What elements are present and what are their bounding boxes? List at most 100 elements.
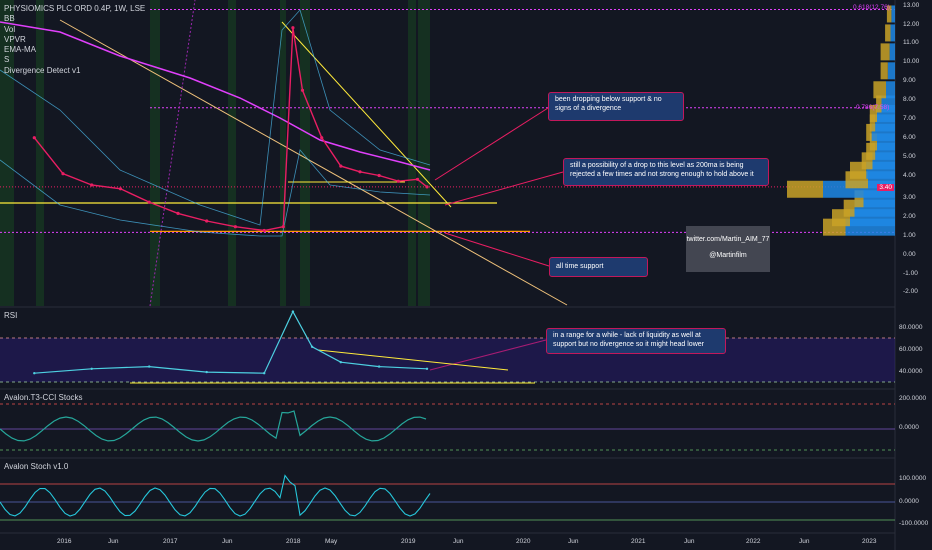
time-label: 2019: [401, 538, 416, 545]
price-tick: 4.00: [903, 172, 916, 179]
price-data-point: [415, 177, 420, 181]
rsi-tick: 40.0000: [899, 368, 923, 375]
price-tick: 11.00: [903, 39, 919, 46]
price-tick: 0.00: [903, 251, 916, 258]
time-label: Jun: [108, 538, 119, 545]
price-tick: 1.00: [903, 232, 916, 239]
t3cci-pane-title[interactable]: Avalon.T3-CCI Stocks: [4, 393, 83, 402]
stoch-pane-title[interactable]: Avalon Stoch v1.0: [4, 462, 68, 471]
indicator-bb[interactable]: BB: [4, 14, 145, 24]
vpvr-up-bar: [886, 81, 895, 99]
vpvr-down-bar: [885, 24, 891, 42]
current-price-tag: 3.40: [877, 184, 894, 191]
all-time-support-annotation[interactable]: all time support: [549, 257, 648, 277]
rsi-point: [90, 367, 93, 370]
fib-618-label: 0.618(12.76): [853, 4, 890, 11]
price-data-point: [377, 173, 381, 178]
twitter-box: twitter.com/Martin_AIM_77 @Martinfilm: [686, 226, 770, 272]
time-label: 2022: [746, 538, 761, 545]
chart-canvas[interactable]: [0, 0, 932, 550]
twitter-name: @Martinfilm: [709, 252, 747, 259]
price-data-point: [61, 172, 65, 176]
rsi-point: [205, 370, 208, 374]
time-label: May: [325, 538, 338, 545]
vpvr-down-bar: [843, 199, 855, 217]
highlight-band: [418, 0, 430, 306]
price-tick: 12.00: [903, 21, 920, 28]
vpvr-up-bar: [891, 5, 895, 23]
price-tick: 8.00: [903, 96, 916, 103]
time-label: 2018: [286, 538, 301, 545]
highlight-band: [408, 0, 416, 306]
vpvr-down-bar: [787, 180, 823, 198]
twitter-handle[interactable]: twitter.com/Martin_AIM_77: [686, 232, 770, 248]
price-tick: 2.00: [903, 213, 916, 220]
indicator-divergence[interactable]: Divergence Detect v1: [4, 66, 145, 76]
price-data-point: [281, 225, 285, 229]
symbol-title: PHYSIOMICS PLC ORD 0.4P, 1W, LSE: [4, 4, 146, 13]
highlight-band: [150, 0, 160, 306]
price-data-point: [339, 164, 343, 168]
price-tick: -1.00: [903, 270, 918, 277]
price-data-point: [291, 26, 295, 30]
price-data-point: [147, 200, 151, 204]
time-label: 2020: [516, 538, 531, 545]
time-label: 2021: [631, 538, 646, 545]
price-data-point: [300, 88, 305, 92]
vpvr-down-bar: [880, 62, 888, 80]
rsi-point: [310, 345, 314, 348]
price-tick: 9.00: [903, 77, 916, 84]
highlight-band: [228, 0, 236, 306]
support-annotation[interactable]: been dropping below support & no signs o…: [548, 92, 684, 121]
stoch-tick: 0.0000: [899, 498, 919, 505]
price-data-point: [396, 179, 400, 183]
time-label: 2016: [57, 538, 72, 545]
price-tick: 13.00: [903, 2, 920, 9]
t3cci-tick: 200.0000: [899, 395, 927, 402]
rsi-band: [0, 338, 895, 382]
vpvr-down-bar: [880, 43, 890, 61]
price-data-point: [425, 185, 429, 189]
vpvr-up-bar: [887, 62, 895, 80]
price-tick: 6.00: [903, 134, 916, 141]
price-data-point: [233, 225, 237, 229]
stoch-tick: 100.0000: [899, 475, 927, 482]
time-label: Jun: [453, 538, 464, 545]
ma-annotation[interactable]: still a possibility of a drop to this le…: [563, 158, 769, 186]
fib-786-label: 0.786(7.58): [856, 104, 890, 111]
price-tick: 3.00: [903, 194, 916, 201]
indicator-ema-ma[interactable]: EMA-MA: [4, 45, 145, 55]
t3cci-tick: 0.0000: [899, 424, 919, 431]
time-label: 2017: [163, 538, 178, 545]
price-data-point: [90, 183, 94, 187]
rsi-point: [33, 372, 36, 375]
rsi-point: [339, 361, 342, 364]
rsi-point: [263, 372, 266, 375]
indicator-vol[interactable]: Vol: [4, 25, 145, 35]
price-tick: 10.00: [903, 58, 920, 65]
stoch-tick: -100.0000: [899, 520, 929, 527]
vpvr-up-bar: [890, 24, 895, 42]
time-label: Jun: [799, 538, 810, 545]
rsi-point: [425, 367, 429, 370]
indicator-s[interactable]: S: [4, 55, 145, 65]
price-data-point: [118, 187, 123, 191]
rsi-pane-title[interactable]: RSI: [4, 311, 17, 320]
chart-background: [0, 0, 932, 550]
time-label: 2023: [862, 538, 877, 545]
price-data-point: [176, 211, 180, 215]
rsi-point: [291, 310, 295, 313]
rsi-point: [377, 365, 381, 368]
indicator-vpvr[interactable]: VPVR: [4, 35, 145, 45]
price-data-point: [320, 136, 324, 140]
highlight-band: [300, 0, 310, 306]
vpvr-up-bar: [889, 43, 895, 61]
time-label: Jun: [222, 538, 233, 545]
rsi-tick: 60.0000: [899, 346, 923, 353]
rsi-tick: 80.0000: [899, 324, 923, 331]
vpvr-down-bar: [873, 81, 886, 99]
price-data-point: [262, 228, 266, 233]
price-tick: 7.00: [903, 115, 916, 122]
chart-legend: PHYSIOMICS PLC ORD 0.4P, 1W, LSE BB Vol …: [4, 4, 145, 76]
rsi-annotation[interactable]: in a range for a while - lack of liquidi…: [546, 328, 726, 354]
